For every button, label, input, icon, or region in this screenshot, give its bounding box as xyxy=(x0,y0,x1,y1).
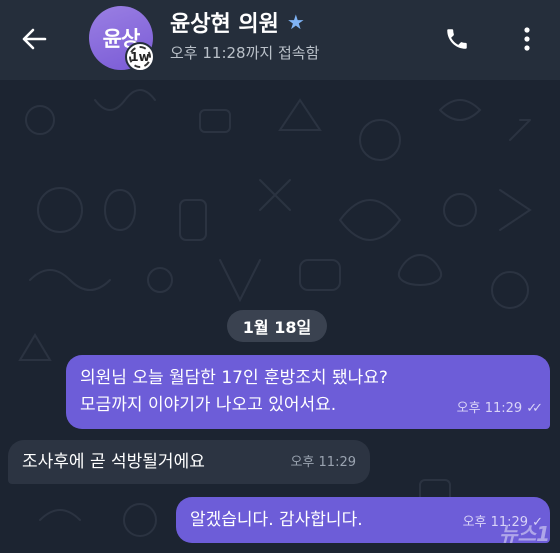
contact-name[interactable]: 윤상현 의원 ★ xyxy=(170,6,305,38)
chat-area[interactable]: 1월 18일 의원님 오늘 월담한 17인 훈방조치 됐나요? 모금까지 이야기… xyxy=(0,80,560,553)
message-text-line: 알겠습니다. 감사합니다. xyxy=(190,509,363,530)
message-text-line: 조사후에 곧 석방될거에요 xyxy=(22,451,205,472)
message-time: 오후 11:29 xyxy=(290,455,356,470)
outgoing-message[interactable]: 의원님 오늘 월담한 17인 훈방조치 됐나요? 모금까지 이야기가 나오고 있… xyxy=(66,355,550,429)
incoming-message[interactable]: 조사후에 곧 석방될거에요 오후 11:29 xyxy=(8,440,370,484)
phone-icon xyxy=(447,29,467,49)
double-check-icon: ✓✓ xyxy=(526,401,543,416)
message-meta: 오후 11:29 ✓✓ xyxy=(456,395,543,422)
chat-header: 윤상 1w 윤상현 의원 ★ 오후 11:28까지 접속함 xyxy=(0,0,560,80)
last-seen-status: 오후 11:28까지 접속함 xyxy=(170,44,320,62)
back-button[interactable] xyxy=(14,22,54,56)
outgoing-message[interactable]: 알겠습니다. 감사합니다. 오후 11:29 ✓ xyxy=(176,497,550,543)
story-badge: 1w xyxy=(125,42,155,72)
badge-ring xyxy=(129,46,151,68)
star-icon: ★ xyxy=(286,10,305,34)
call-button[interactable] xyxy=(438,22,476,56)
date-separator: 1월 18일 xyxy=(227,310,327,342)
more-options-button[interactable] xyxy=(512,22,542,56)
message-text-line: 의원님 오늘 월담한 17인 훈방조치 됐나요? xyxy=(80,368,388,388)
arrow-left-icon xyxy=(22,28,47,50)
contact-name-text: 윤상현 의원 xyxy=(170,12,279,37)
more-vertical-icon xyxy=(524,27,530,51)
watermark-logo: 뉴스1 xyxy=(499,522,550,546)
message-time: 오후 11:29 xyxy=(456,401,523,416)
